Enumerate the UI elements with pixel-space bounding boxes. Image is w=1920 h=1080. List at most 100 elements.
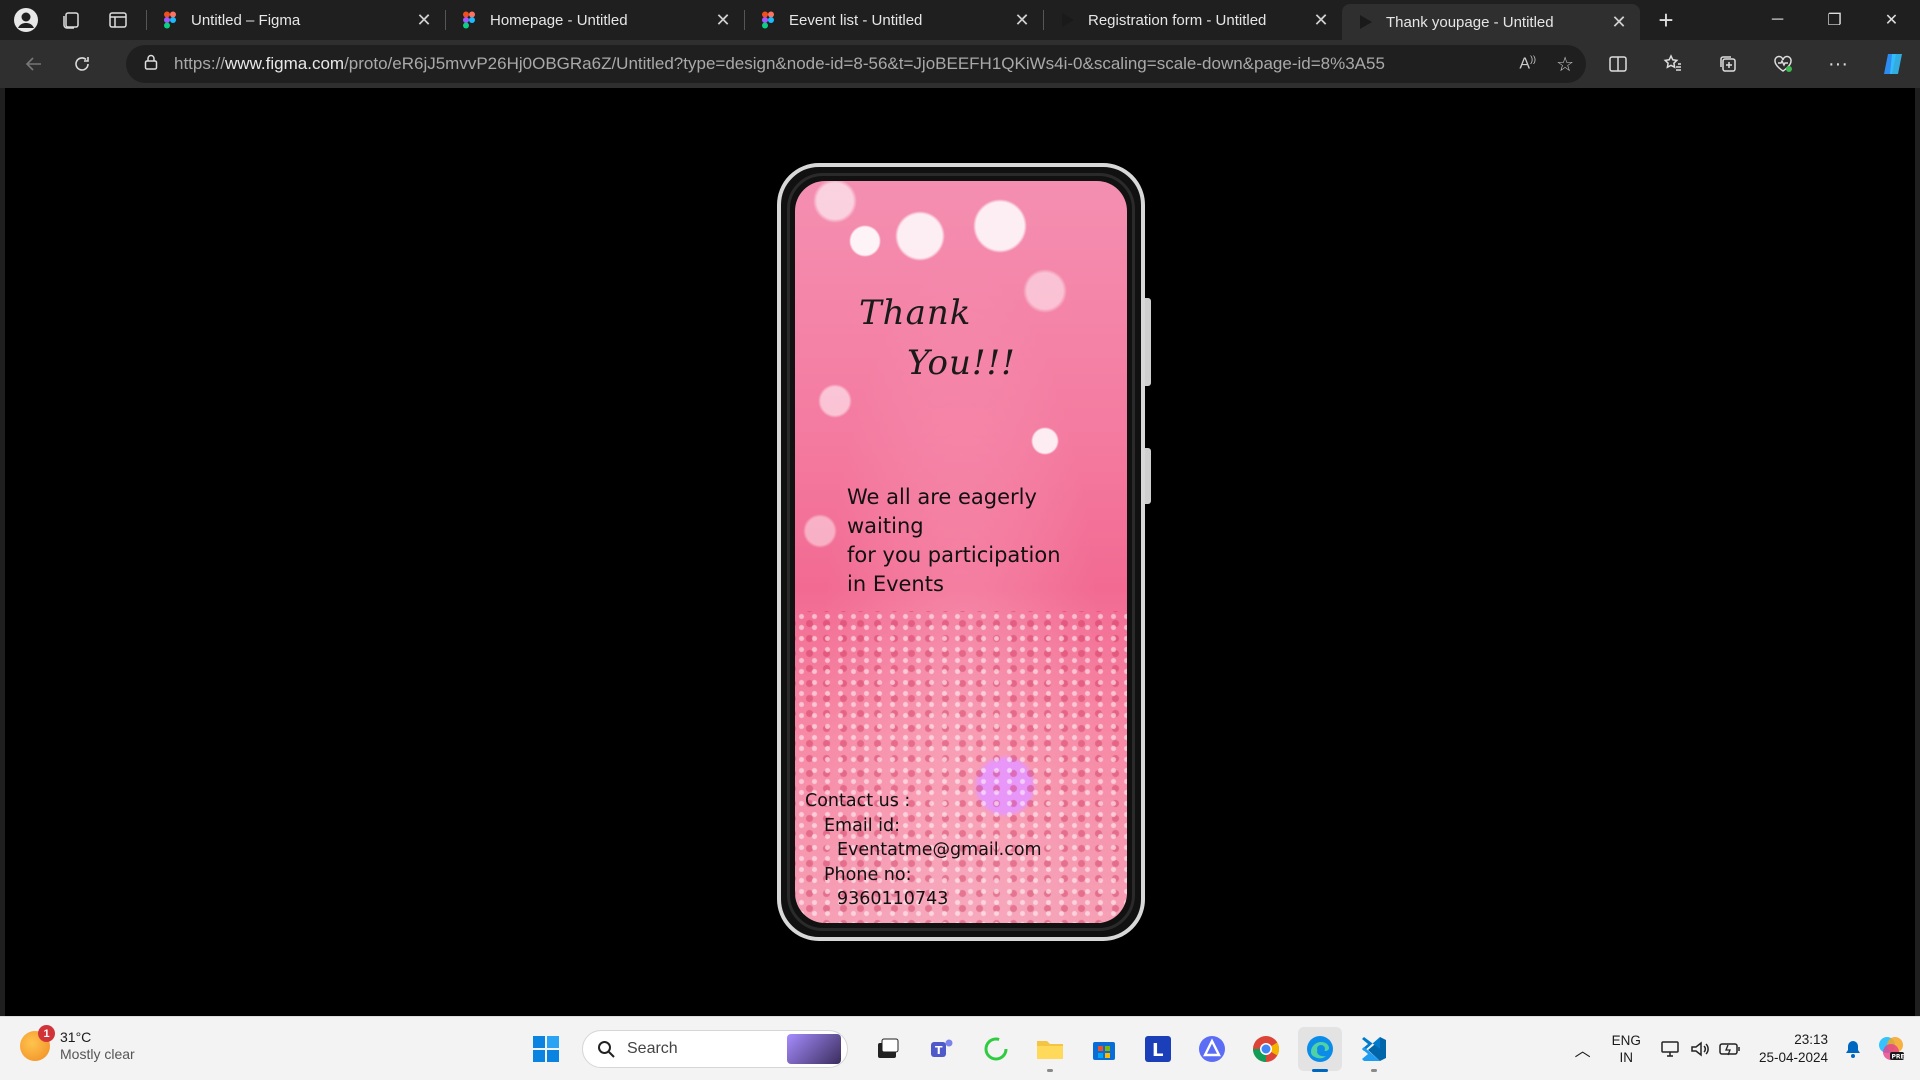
battery-icon[interactable] <box>1715 1034 1745 1064</box>
more-menu-icon[interactable]: ··· <box>1818 44 1858 84</box>
browser-essentials-icon[interactable] <box>1763 44 1803 84</box>
url-scheme: https:// <box>174 54 226 73</box>
copilot-preview-icon[interactable]: PRE <box>1876 1034 1906 1064</box>
tab-event-list[interactable]: Eevent list - Untitled ✕ <box>745 0 1043 40</box>
workspaces-icon[interactable] <box>52 0 92 40</box>
microsoft-store-app[interactable] <box>1082 1027 1126 1071</box>
svg-text:L: L <box>1152 1040 1163 1061</box>
phone-value: 9360110743 <box>837 889 949 909</box>
edge-app[interactable] <box>1298 1027 1342 1072</box>
phone-side-button <box>1145 298 1151 386</box>
active-indicator <box>1312 1069 1328 1072</box>
volume-icon[interactable] <box>1685 1034 1715 1064</box>
tab-actions-icon[interactable] <box>98 0 138 40</box>
svg-text:PRE: PRE <box>1892 1054 1905 1061</box>
phone-side-button <box>1145 448 1151 504</box>
figma-prototype-viewport: Thank You!!! We all are eagerly waiting … <box>5 88 1915 1016</box>
split-screen-icon[interactable] <box>1598 44 1638 84</box>
close-icon[interactable]: ✕ <box>413 9 435 31</box>
l-app[interactable]: L <box>1136 1027 1180 1071</box>
you-heading: You!!! <box>907 343 1016 383</box>
email-label: Email id: <box>824 815 900 836</box>
start-button[interactable] <box>524 1027 568 1071</box>
clock[interactable]: 23:13 25-04-2024 <box>1759 1031 1828 1067</box>
play-icon <box>1062 13 1074 27</box>
file-explorer-app[interactable] <box>1028 1027 1072 1072</box>
figma-icon <box>164 11 176 29</box>
address-bar-actions: A)) ☆ <box>1519 45 1574 83</box>
chevron-up-icon[interactable]: ︿ <box>1568 1034 1598 1064</box>
email-value: Eventatme@gmail.com <box>837 840 1042 860</box>
language-indicator[interactable]: ENG IN <box>1612 1032 1641 1066</box>
lock-icon[interactable] <box>144 54 158 75</box>
clock-date: 25-04-2024 <box>1758 1050 1828 1065</box>
new-tab-button[interactable]: + <box>1648 2 1684 38</box>
close-icon[interactable]: ✕ <box>1011 9 1033 31</box>
favorite-star-icon[interactable]: ☆ <box>1556 52 1574 77</box>
message-line: We all are eagerly <box>847 485 1037 509</box>
delta-app[interactable] <box>1190 1027 1234 1071</box>
favorites-icon[interactable] <box>1653 44 1693 84</box>
network-icon[interactable] <box>1655 1034 1685 1064</box>
task-view-icon <box>878 1038 899 1058</box>
tab-registration-form[interactable]: Registration form - Untitled ✕ <box>1044 0 1342 40</box>
collections-icon[interactable] <box>1708 44 1748 84</box>
message-line: waiting <box>847 514 924 538</box>
vscode-app[interactable] <box>1352 1027 1396 1072</box>
close-icon[interactable]: ✕ <box>1608 11 1630 33</box>
browser-toolbar: https://www.figma.com/proto/eR6jJ5mvvP26… <box>0 40 1920 88</box>
thank-you-screen[interactable]: Thank You!!! We all are eagerly waiting … <box>795 181 1127 923</box>
running-indicator <box>1047 1069 1053 1072</box>
browser-tab-bar: Untitled – Figma ✕ Homepage - Untitled ✕… <box>0 0 1920 40</box>
windows-icon <box>533 1036 559 1062</box>
thank-heading: Thank <box>859 293 972 333</box>
contact-label: Contact us : <box>805 791 911 811</box>
play-icon <box>1360 15 1372 29</box>
close-icon[interactable]: ✕ <box>712 9 734 31</box>
message-line: in Events <box>847 572 944 596</box>
tab-homepage[interactable]: Homepage - Untitled ✕ <box>446 0 744 40</box>
phone-frame: Thank You!!! We all are eagerly waiting … <box>777 163 1145 941</box>
triangle-logo-icon <box>1199 1036 1225 1062</box>
taskbar-apps: Search T L <box>524 1027 1396 1072</box>
weather-text: 31°C Mostly clear <box>60 1029 135 1063</box>
restore-button[interactable]: ❐ <box>1806 0 1863 40</box>
notification-bell-icon[interactable] <box>1838 1034 1868 1064</box>
tab-title: Homepage - Untitled <box>490 11 628 29</box>
taskbar-search[interactable]: Search <box>582 1030 848 1068</box>
clock-time: 23:13 <box>1794 1032 1828 1047</box>
language-code: ENG <box>1611 1033 1641 1048</box>
tab-thank-you-page[interactable]: Thank youpage - Untitled ✕ <box>1342 4 1640 40</box>
browser-tools: ··· <box>1598 44 1913 84</box>
circular-arrow-icon <box>984 1037 1008 1061</box>
weather-widget[interactable]: 1 31°C Mostly clear <box>20 1025 135 1063</box>
message-text: We all are eagerly waiting for you parti… <box>847 483 1067 599</box>
url-text: https://www.figma.com/proto/eR6jJ5mvvP26… <box>174 54 1586 74</box>
close-icon[interactable]: ✕ <box>1310 9 1332 31</box>
folder-icon <box>1037 1041 1063 1059</box>
tab-title: Registration form - Untitled <box>1088 11 1267 29</box>
chrome-app[interactable] <box>1244 1027 1288 1071</box>
refresh-button[interactable] <box>62 44 102 84</box>
tab-title: Untitled – Figma <box>191 11 301 29</box>
address-bar[interactable]: https://www.figma.com/proto/eR6jJ5mvvP26… <box>126 45 1586 83</box>
tab-title: Eevent list - Untitled <box>789 11 923 29</box>
task-view-button[interactable] <box>866 1027 910 1071</box>
close-window-button[interactable]: ✕ <box>1863 0 1920 40</box>
vscode-icon <box>1362 1037 1386 1061</box>
running-indicator <box>1371 1069 1377 1072</box>
refresh-app[interactable] <box>974 1027 1018 1071</box>
windows-taskbar: 1 31°C Mostly clear Search T L ︿ ENG IN … <box>0 1016 1920 1080</box>
copilot-icon[interactable] <box>1873 44 1913 84</box>
region-code: IN <box>1619 1050 1634 1065</box>
back-button[interactable] <box>14 44 54 84</box>
teams-app[interactable]: T <box>920 1027 964 1071</box>
l-letter-icon: L <box>1145 1036 1171 1062</box>
tab-untitled-figma[interactable]: Untitled – Figma ✕ <box>147 0 445 40</box>
minimize-button[interactable]: ─ <box>1749 0 1806 40</box>
search-highlight-image <box>787 1034 841 1064</box>
profile-avatar-icon[interactable] <box>6 0 46 40</box>
search-icon <box>598 1041 615 1058</box>
url-path: /proto/eR6jJ5mvvP26Hj0OBGRa6Z/Untitled?t… <box>344 54 1385 73</box>
read-aloud-icon[interactable]: A)) <box>1519 54 1536 73</box>
